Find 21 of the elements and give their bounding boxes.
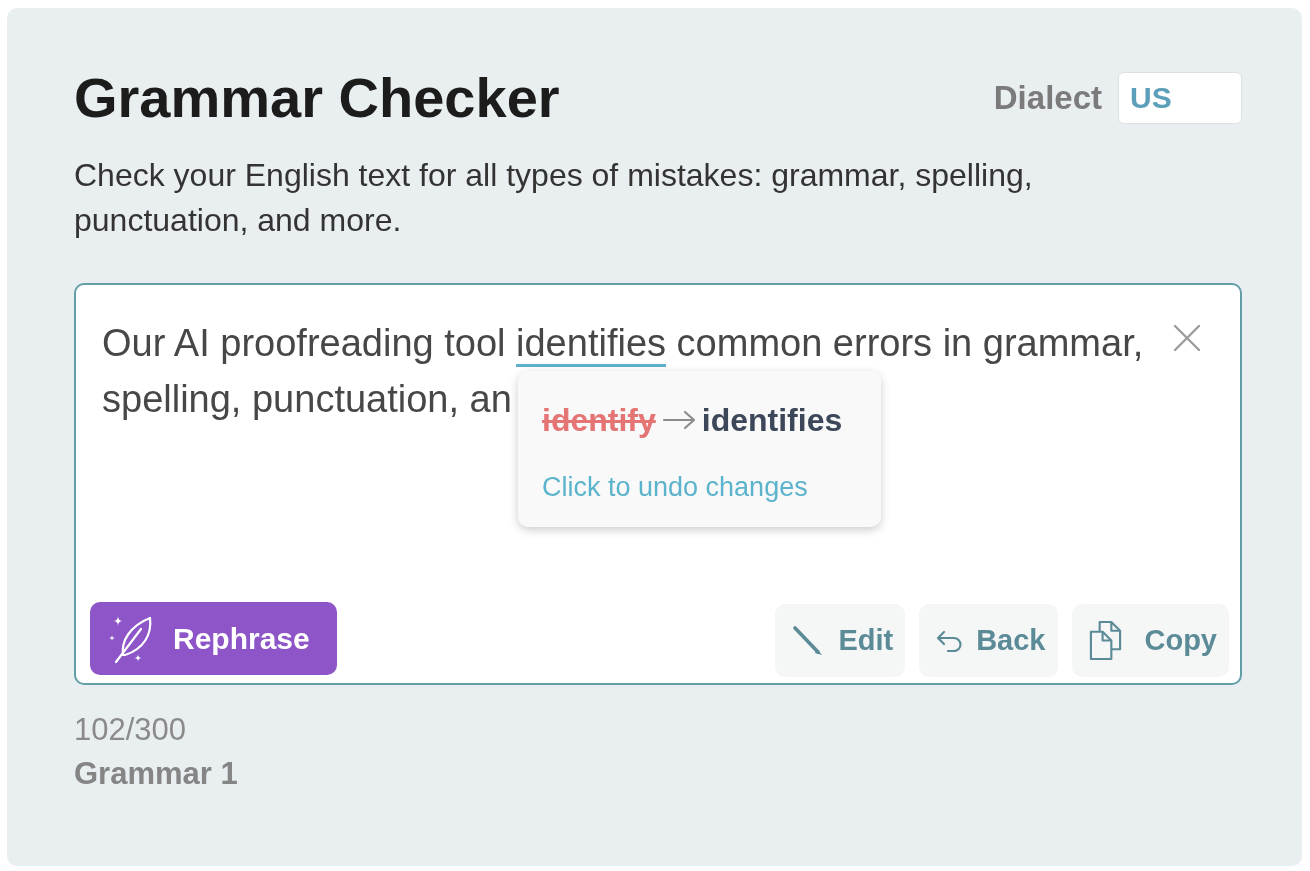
character-counter: 102/300 — [74, 711, 188, 749]
page-title: Grammar Checker — [74, 66, 560, 130]
back-arrow-icon — [935, 629, 964, 652]
undo-link[interactable]: Click to undo changes — [542, 470, 808, 504]
corrected-word[interactable]: identifies — [516, 322, 667, 367]
copy-icon — [1087, 620, 1123, 661]
editor-text: common errors in grammar, — [676, 322, 1144, 364]
edit-button[interactable]: Edit — [775, 604, 906, 677]
replacement-word: identifies — [701, 401, 843, 440]
editor-text: Our AI proofreading tool — [102, 322, 506, 364]
back-button[interactable]: Back — [919, 604, 1058, 677]
tool-label: Grammar 1 — [74, 755, 239, 793]
rephrase-button[interactable]: Rephrase — [90, 602, 337, 675]
copy-button[interactable]: Copy — [1071, 604, 1229, 677]
editor-text: spelling, punctuation, an — [102, 378, 512, 420]
description-text: Check your English text for all types of mistakes: grammar, spelling, punctuation, and more. — [74, 156, 1034, 240]
dialect-label: Dialect — [993, 79, 1102, 117]
original-word: identify — [542, 401, 656, 440]
dialect-field[interactable]: US — [1118, 72, 1242, 124]
arrow-right-icon — [661, 410, 696, 430]
close-icon[interactable] — [1172, 324, 1202, 352]
